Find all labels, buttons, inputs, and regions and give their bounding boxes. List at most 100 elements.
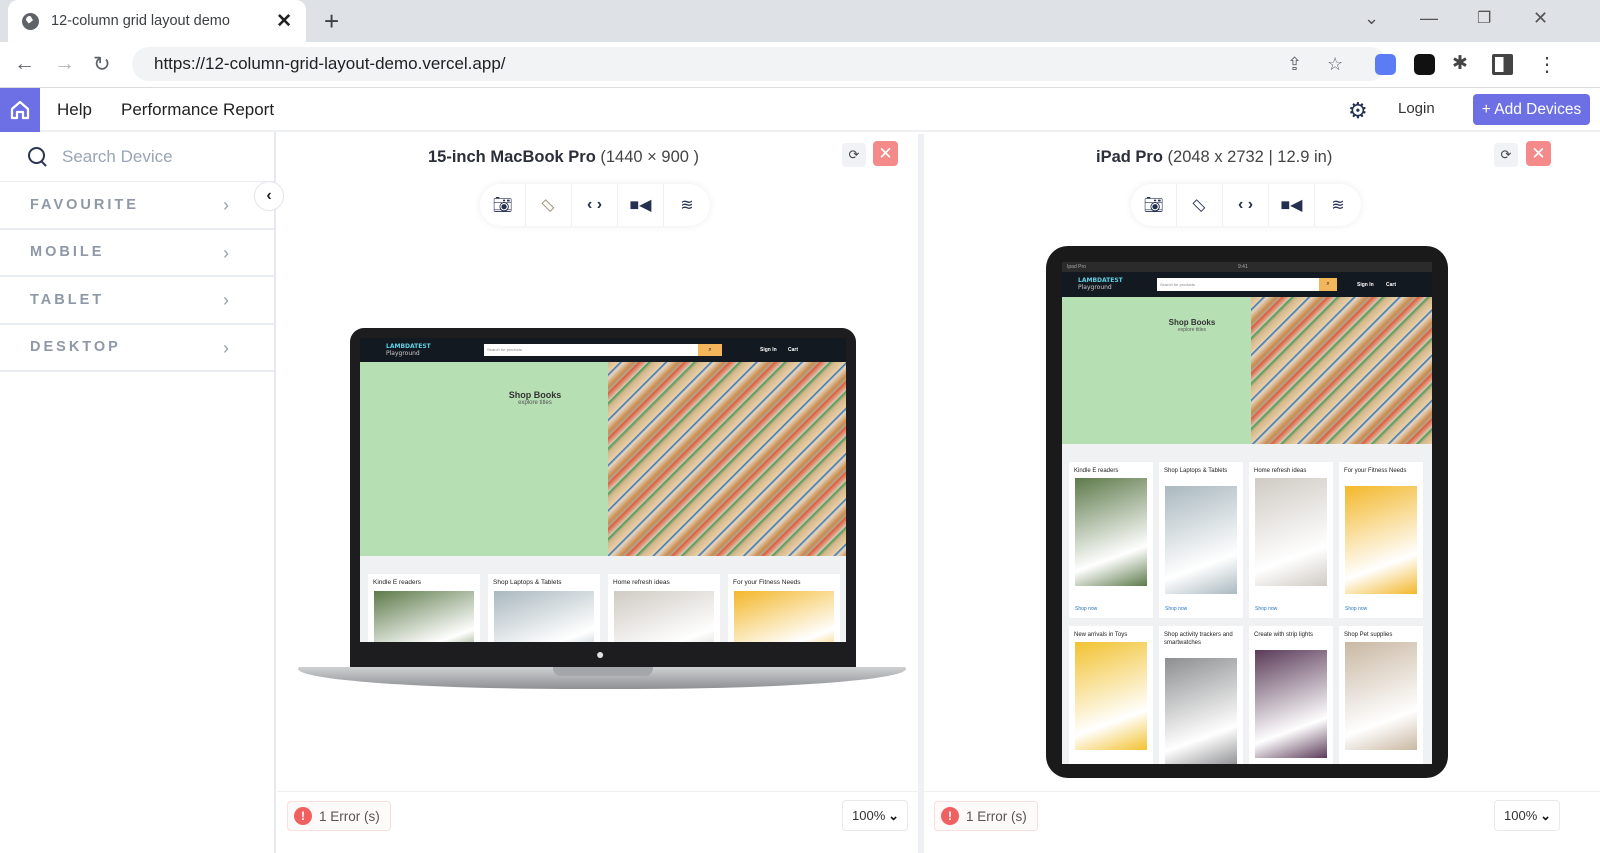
devtools-button[interactable]: ‹ › <box>572 184 618 226</box>
zoom-select[interactable]: 100% ⌄ <box>1494 800 1560 831</box>
ipad-screen[interactable]: LAMBDATEST Playground Search for products… <box>1062 272 1432 764</box>
error-badge[interactable]: ! 1 Error (s) <box>934 801 1038 831</box>
extension-icon[interactable] <box>1414 54 1435 75</box>
device-title: iPad Pro (2048 x 2732 | 12.9 in) <box>1096 148 1332 167</box>
gear-icon[interactable]: ⚙ <box>1348 98 1368 124</box>
rotate-button[interactable]: ▭ <box>1177 184 1223 226</box>
site-cart[interactable]: Cart <box>788 347 798 353</box>
forward-icon[interactable]: → <box>54 52 75 76</box>
shop-now-link[interactable]: Shop now <box>1075 606 1097 612</box>
rotate-icon: ▭ <box>536 193 560 217</box>
site-search-icon[interactable]: ⌕ <box>698 344 722 356</box>
product-card[interactable]: Shop Laptops & Tablets <box>488 574 600 642</box>
shop-now-link[interactable]: Shop now <box>1165 606 1187 612</box>
url-bar[interactable]: https://12-column-grid-layout-demo.verce… <box>132 47 1387 81</box>
sidebar-item-mobile[interactable]: MOBILE › <box>0 230 274 277</box>
refresh-icon: ⟳ <box>1500 147 1512 162</box>
home-button[interactable] <box>0 88 40 132</box>
video-camera-icon: ■◀ <box>629 197 652 214</box>
product-image <box>614 590 714 642</box>
product-card[interactable]: Shop activity trackers and smartwatchesS… <box>1159 626 1243 764</box>
product-card-title: Kindle E readers <box>1074 468 1119 474</box>
error-badge[interactable]: ! 1 Error (s) <box>287 801 391 831</box>
record-button[interactable]: ■◀ <box>1269 184 1315 226</box>
product-card[interactable]: Home refresh ideas <box>608 574 720 642</box>
app-header: Help Performance Report ⚙ Login + Add De… <box>0 88 1600 132</box>
url-text[interactable]: https://12-column-grid-layout-demo.verce… <box>154 54 506 73</box>
record-button[interactable]: ■◀ <box>618 184 664 226</box>
sidebar-item-desktop[interactable]: DESKTOP › <box>0 325 274 372</box>
restore-icon[interactable]: ❐ <box>1477 8 1491 28</box>
help-link[interactable]: Help <box>57 100 92 120</box>
product-card-title: Shop activity trackers and smartwatches <box>1164 632 1233 647</box>
chevron-down-icon: ⌄ <box>888 808 899 823</box>
device-spec: (2048 x 2732 | 12.9 in) <box>1167 148 1333 166</box>
star-icon[interactable]: ☆ <box>1327 47 1343 81</box>
screenshot-button[interactable]: 📷︎ <box>1131 184 1177 226</box>
window-close-icon[interactable]: ✕ <box>1533 8 1548 29</box>
product-card-title: Home refresh ideas <box>1254 468 1307 474</box>
site-search[interactable]: Search for products <box>484 344 698 356</box>
new-tab-button[interactable]: + <box>324 6 339 37</box>
site-search[interactable]: Search for products <box>1157 278 1319 291</box>
search-icon <box>28 146 48 167</box>
site-search-icon[interactable]: ⌕ <box>1319 278 1337 291</box>
product-card[interactable]: Kindle E readers Shop now <box>1069 462 1153 618</box>
network-button[interactable]: ≋ <box>664 184 710 226</box>
devtools-button[interactable]: ‹ › <box>1223 184 1269 226</box>
macbook-notch <box>553 667 653 676</box>
product-card[interactable]: For your Fitness Needs Shop now <box>1339 462 1423 618</box>
rotate-refresh-button[interactable]: ⟳ <box>842 143 866 167</box>
rotate-refresh-button[interactable]: ⟳ <box>1494 143 1518 167</box>
browser-tab[interactable]: 12-column grid layout demo ✕ <box>8 0 306 42</box>
collapse-sidebar-button[interactable]: ‹ <box>254 181 284 211</box>
product-card[interactable]: Create with strip lightsShop now <box>1249 626 1333 764</box>
close-device-button[interactable]: ✕ <box>1526 141 1551 166</box>
shop-now-link[interactable]: Shop now <box>1255 606 1277 612</box>
performance-report-link[interactable]: Performance Report <box>121 100 274 120</box>
product-card-title: New arrivals in Toys <box>1074 632 1128 638</box>
macbook-screen[interactable]: LAMBDATEST Playground Search for products… <box>360 338 846 642</box>
share-icon[interactable]: ⇪ <box>1287 47 1302 81</box>
product-card[interactable]: Kindle E readers <box>368 574 480 642</box>
wifi-icon: ≋ <box>1331 197 1345 214</box>
device-spec: (1440 × 900 ) <box>600 148 700 166</box>
product-card[interactable]: Shop Pet suppliesShop now <box>1339 626 1423 764</box>
network-button[interactable]: ≋ <box>1315 184 1361 226</box>
reload-icon[interactable]: ↻ <box>93 52 111 77</box>
code-icon: ‹ › <box>1237 196 1254 213</box>
product-card[interactable]: New arrivals in ToysShop now <box>1069 626 1153 764</box>
status-time: 9:41 <box>1238 264 1248 270</box>
sidepanel-icon[interactable] <box>1492 54 1513 75</box>
screenshot-button[interactable]: 📷︎ <box>480 184 526 226</box>
books-image <box>608 362 846 556</box>
shop-now-link[interactable]: Shop now <box>1345 606 1367 612</box>
site-sign-in[interactable]: Sign In <box>1357 282 1374 288</box>
rotate-button[interactable]: ▭ <box>526 184 572 226</box>
product-card-title: Shop Pet supplies <box>1344 632 1393 638</box>
search-device-input[interactable] <box>62 146 242 167</box>
site-sign-in[interactable]: Sign In <box>760 347 777 353</box>
sidebar-item-tablet[interactable]: TABLET › <box>0 277 274 325</box>
product-card[interactable]: For your Fitness Needs <box>728 574 840 642</box>
home-icon <box>10 100 30 120</box>
puzzle-icon[interactable]: ✱ <box>1452 52 1468 75</box>
menu-icon[interactable]: ⋮ <box>1537 52 1557 77</box>
minimize-icon[interactable]: — <box>1420 8 1438 29</box>
sidebar-item-favourite[interactable]: FAVOURITE › <box>0 182 274 230</box>
panel-footer: ! 1 Error (s) 100% ⌄ <box>277 791 918 853</box>
extension-icon[interactable] <box>1375 54 1396 75</box>
zoom-select[interactable]: 100% ⌄ <box>842 800 908 831</box>
site-cart[interactable]: Cart <box>1386 282 1396 288</box>
add-devices-button[interactable]: + Add Devices <box>1473 94 1590 125</box>
close-device-button[interactable]: ✕ <box>873 141 898 166</box>
close-tab-icon[interactable]: ✕ <box>276 10 292 33</box>
login-link[interactable]: Login <box>1398 100 1435 117</box>
back-icon[interactable]: ← <box>14 52 35 76</box>
product-card[interactable]: Home refresh ideas Shop now <box>1249 462 1333 618</box>
hero-text: Shop Books explore titles <box>1168 318 1216 333</box>
zoom-value: 100% <box>1504 808 1538 823</box>
product-card[interactable]: Shop Laptops & Tablets Shop now <box>1159 462 1243 618</box>
device-toolbar: 📷︎ ▭ ‹ › ■◀ ≋ <box>480 184 710 226</box>
tab-search-icon[interactable]: ⌄ <box>1364 8 1379 29</box>
